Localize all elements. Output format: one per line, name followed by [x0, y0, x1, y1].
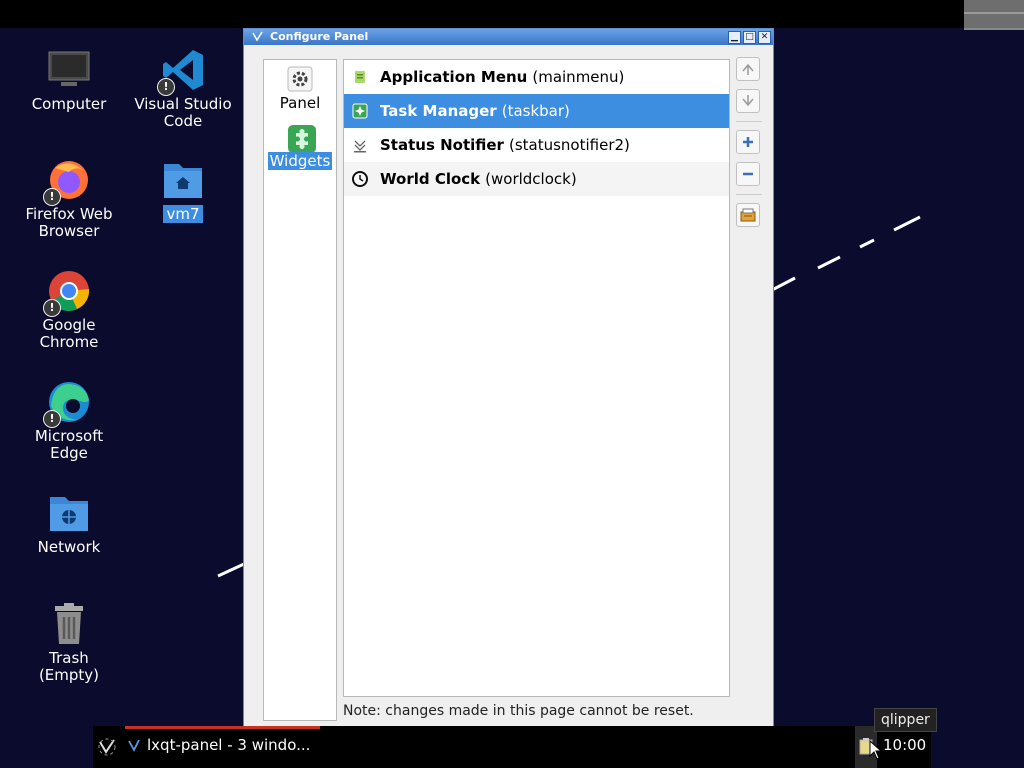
arrow-down-icon — [742, 95, 754, 107]
move-down-button[interactable] — [736, 89, 760, 113]
move-up-button[interactable] — [736, 57, 760, 81]
desktop-icon-label: Trash (Empty) — [38, 649, 100, 684]
widget-actions — [736, 57, 762, 235]
lxqt-icon — [128, 739, 140, 752]
home-folder-icon — [161, 158, 205, 202]
maximize-button[interactable]: □ — [743, 31, 756, 44]
desktop-icon-computer[interactable]: Computer — [14, 48, 124, 113]
computer-icon — [47, 48, 91, 92]
desktop-icon-firefox[interactable]: ! Firefox Web Browser — [14, 158, 124, 240]
taskbar-icon — [352, 103, 368, 119]
desktop-icon-vscode[interactable]: ! Visual Studio Code — [128, 48, 238, 130]
desktop-icon-trash[interactable]: Trash (Empty) — [14, 602, 124, 684]
separator — [736, 194, 762, 195]
mouse-cursor-icon — [869, 740, 883, 760]
task-indicator — [125, 726, 320, 729]
close-button[interactable]: ✕ — [758, 31, 771, 44]
nav-item-label: Widgets — [267, 152, 333, 170]
start-menu-icon[interactable] — [97, 737, 117, 757]
nav-item-panel[interactable]: Panel — [264, 60, 336, 118]
desktop-icon-label: Firefox Web Browser — [25, 205, 113, 240]
chrome-icon: ! — [43, 269, 91, 317]
warning-icon: ! — [157, 78, 175, 96]
menu-icon — [355, 71, 365, 83]
clock-icon — [352, 171, 368, 187]
desktop-icon-label: Google Chrome — [39, 316, 99, 351]
settings-nav: Panel Widgets — [263, 59, 337, 721]
widget-list: Application Menu (mainmenu) Task Manager… — [343, 59, 730, 697]
widget-id: (statusnotifier2) — [508, 136, 630, 154]
desktop-icon-label: Microsoft Edge — [34, 427, 104, 462]
widget-name: Application Menu — [380, 68, 528, 86]
warning-icon: ! — [43, 188, 61, 206]
remove-widget-button[interactable] — [736, 162, 760, 186]
corner-widget[interactable] — [964, 0, 1024, 30]
widget-name: Status Notifier — [380, 136, 504, 154]
tooltip: qlipper — [874, 708, 937, 732]
dialog-title: Configure Panel — [270, 30, 369, 43]
widget-name: Task Manager — [380, 102, 497, 120]
trash-icon — [47, 602, 91, 646]
arrow-up-icon — [742, 63, 754, 75]
status-notifier-icon — [354, 140, 366, 153]
task-button-lxqt-panel[interactable]: lxqt-panel - 3 windo... — [127, 736, 310, 754]
widget-id: (mainmenu) — [532, 68, 625, 86]
list-item[interactable]: Status Notifier (statusnotifier2) — [344, 128, 729, 162]
task-label: lxqt-panel - 3 windo... — [147, 736, 311, 754]
clock[interactable]: 10:00 — [883, 736, 926, 754]
lxqt-icon — [252, 31, 263, 42]
desktop-icon-network[interactable]: Network — [14, 491, 124, 556]
warning-icon: ! — [43, 410, 61, 428]
taskbar: lxqt-panel - 3 windo... 10:00 — [93, 726, 931, 768]
list-item[interactable]: World Clock (worldclock) — [344, 162, 729, 196]
reset-note: Note: changes made in this page cannot b… — [343, 703, 694, 719]
vscode-icon: ! — [157, 48, 205, 96]
desktop-icon-vm7[interactable]: vm7 — [128, 158, 238, 223]
desktop-icon-label: vm7 — [163, 205, 203, 223]
widget-id: (worldclock) — [485, 170, 577, 188]
gear-icon — [287, 66, 313, 92]
desktop-icon-chrome[interactable]: ! Google Chrome — [14, 269, 124, 351]
desktop-icon-label: Visual Studio Code — [134, 95, 232, 130]
widget-id: (taskbar) — [501, 102, 570, 120]
add-widget-button[interactable] — [736, 130, 760, 154]
desktop-icon-label: Network — [37, 538, 101, 556]
warning-icon: ! — [43, 299, 61, 317]
desktop-icon-edge[interactable]: ! Microsoft Edge — [14, 380, 124, 462]
plus-icon — [743, 137, 753, 147]
list-item[interactable]: Task Manager (taskbar) — [344, 94, 729, 128]
configure-widget-button[interactable] — [736, 203, 760, 227]
firefox-icon: ! — [43, 158, 91, 206]
desktop-decoration — [771, 215, 921, 292]
configure-panel-dialog: Configure Panel ▁ □ ✕ Panel Widgets Appl… — [243, 28, 774, 728]
nav-item-widgets[interactable]: Widgets — [264, 118, 336, 176]
widget-name: World Clock — [380, 170, 481, 188]
list-item[interactable]: Application Menu (mainmenu) — [344, 60, 729, 94]
network-folder-icon — [47, 491, 91, 535]
dialog-titlebar[interactable]: Configure Panel ▁ □ ✕ — [244, 29, 773, 45]
minus-icon — [743, 172, 753, 176]
minimize-button[interactable]: ▁ — [728, 31, 741, 44]
top-bar — [0, 0, 1024, 28]
puzzle-icon — [287, 124, 316, 153]
settings-icon — [740, 208, 756, 222]
nav-item-label: Panel — [279, 94, 321, 112]
edge-icon: ! — [43, 380, 91, 428]
separator — [736, 121, 762, 122]
desktop-icon-label: Computer — [31, 95, 107, 113]
